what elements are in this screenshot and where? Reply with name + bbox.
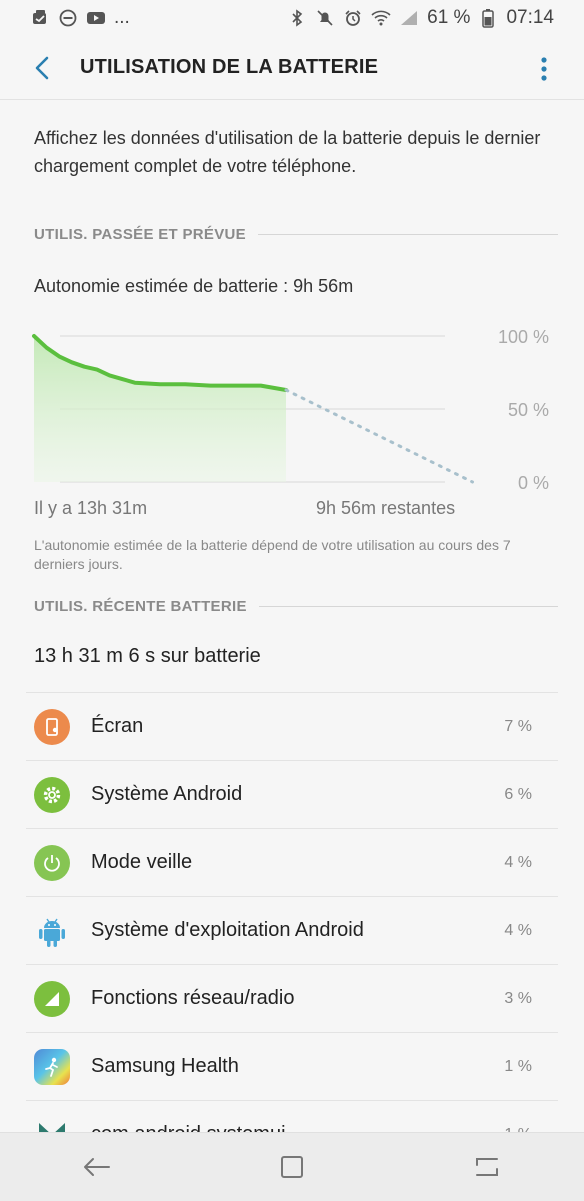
app-bar: UTILISATION DE LA BATTERIE [0,36,584,100]
list-item-systeme-exploitation[interactable]: Système d'exploitation Android 4 % [26,896,558,964]
power-icon [34,844,70,881]
screen-icon [34,708,70,745]
signal-icon [34,980,70,1017]
app-percent: 4 % [504,853,532,871]
battery-icon [478,8,498,28]
chart-y-tick-label: 50 % [508,400,549,420]
navigation-bar [0,1132,584,1201]
more-options-button[interactable] [534,54,554,84]
do-not-disturb-icon [58,8,78,28]
app-percent: 6 % [504,785,532,803]
recents-icon [475,1158,498,1176]
notification-icon [30,8,50,28]
chart-y-tick-label: 100 % [498,327,549,347]
app-percent: 7 % [504,717,532,735]
app-percent: 3 % [504,989,532,1007]
home-square-icon [280,1156,303,1178]
section-divider [257,233,558,235]
chart-x-label-start: Il y a 13h 31m [34,498,148,518]
app-name: Système Android [91,783,243,805]
app-name: Samsung Health [91,1055,239,1077]
android-icon [34,913,70,949]
app-percent: 1 % [504,1057,532,1075]
list-item-samsung-health[interactable]: Samsung Health 1 % [26,1032,558,1100]
app-name: Mode veille [91,851,193,873]
bluetooth-icon [287,8,307,28]
battery-chart: 100 % 50 % 0 % [32,327,549,493]
mute-icon [315,8,335,28]
wifi-icon [371,8,391,28]
status-time: 07:14 [506,7,554,28]
more-vertical-icon [541,57,547,81]
section-divider [258,605,558,607]
list-item-systeme-android[interactable]: Système Android 6 % [26,760,558,828]
chart-predicted-line [284,388,474,484]
back-button[interactable] [22,48,62,88]
alarm-icon [343,8,363,28]
section-header-past: UTILIS. PASSÉE ET PRÉVUE [34,223,558,245]
list-item-fonctions-reseau[interactable]: Fonctions réseau/radio 3 % [26,964,558,1032]
app-name: Système d'exploitation Android [91,919,364,941]
app-name: Fonctions réseau/radio [91,987,295,1009]
estimated-autonomy: Autonomie estimée de batterie : 9h 56m [34,276,354,296]
section-label-recent: UTILIS. RÉCENTE BATTERIE [34,597,247,615]
description-text: Affichez les données d'utilisation de la… [34,128,541,176]
youtube-icon [86,8,106,28]
gear-icon [34,776,70,813]
nav-home-button[interactable] [267,1142,317,1192]
list-item-mode-veille[interactable]: Mode veille 4 % [26,828,558,896]
chart-y-tick-label: 0 % [518,473,549,493]
list-item-ecran[interactable]: Écran 7 % [26,692,558,760]
estimate-note: L'autonomie estimée de la batterie dépen… [34,537,511,572]
chart-past-area [34,336,286,482]
status-bar: ... 61 % 07:14 [0,0,584,36]
status-bar-right: 61 % 07:14 [287,7,554,29]
status-overflow: ... [114,7,130,28]
nav-recents-button[interactable] [462,1142,512,1192]
signal-icon [399,8,419,28]
chart-x-label-end: 9h 56m restantes [316,498,456,518]
page-title: UTILISATION DE LA BATTERIE [80,56,379,78]
total-on-battery: 13 h 31 m 6 s sur batterie [34,645,261,667]
app-name: Écran [91,715,144,737]
app-usage-list: Écran 7 % Système Android 6 % Mode veill… [26,692,558,1168]
nav-back-button[interactable] [72,1142,122,1192]
status-bar-left: ... [30,7,130,29]
chevron-left-icon [35,56,49,79]
section-header-recent: UTILIS. RÉCENTE BATTERIE [34,595,558,617]
section-label-past: UTILIS. PASSÉE ET PRÉVUE [34,225,246,243]
back-arrow-icon [84,1158,111,1176]
samsung-health-icon [34,1048,70,1085]
app-percent: 4 % [504,921,532,939]
battery-percent: 61 % [427,7,471,28]
